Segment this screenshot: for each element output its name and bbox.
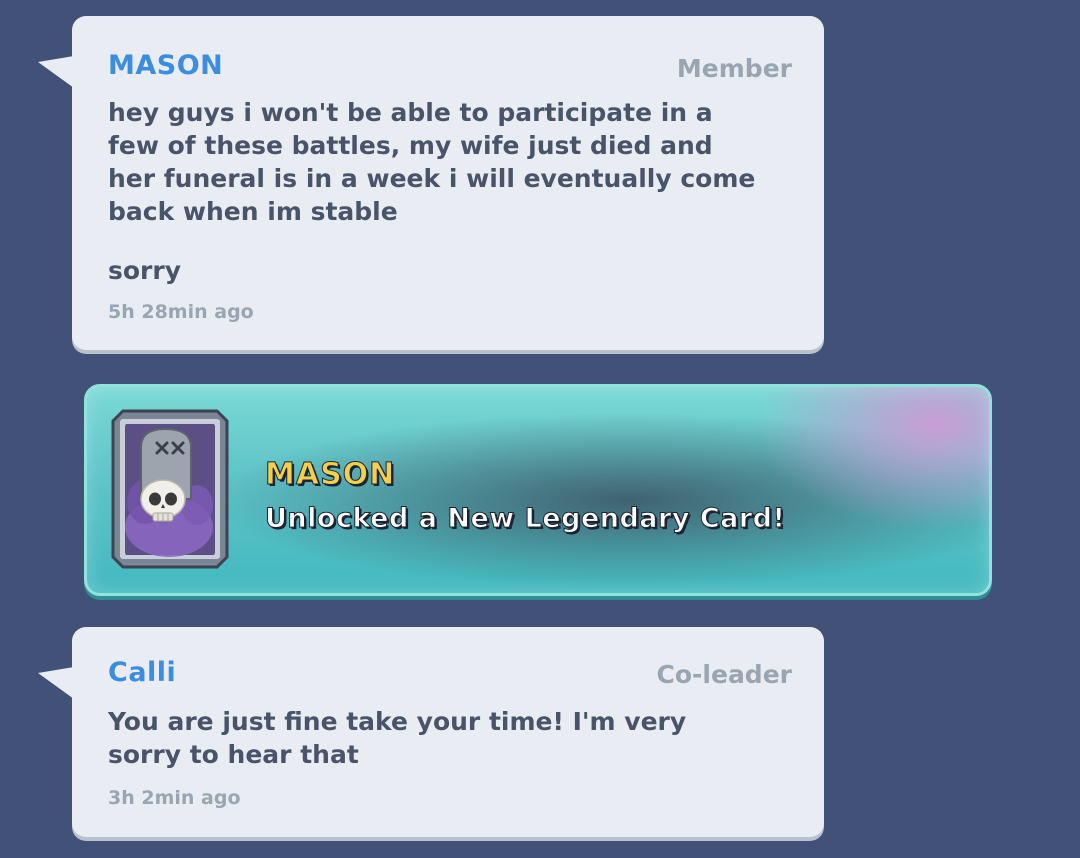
message-timestamp: 5h 28min ago <box>108 301 254 323</box>
sender-name[interactable]: Calli <box>108 657 176 688</box>
sender-name[interactable]: Mason <box>108 50 223 81</box>
message-text: hey guys i won't be able to participate … <box>108 98 756 226</box>
message-text-extra: sorry <box>108 256 182 285</box>
message-timestamp: 3h 2min ago <box>108 787 241 809</box>
banner-unlock-message: Unlocked a New Legendary Card! <box>264 503 786 535</box>
card-unlock-banner: Mason Unlocked a New Legendary Card! <box>84 384 992 596</box>
chat-message-calli: Calli Co-leader You are just fine take y… <box>38 627 824 837</box>
sender-role: Member <box>676 54 792 83</box>
graveyard-card-icon <box>111 409 229 569</box>
chat-message-mason: Mason Member hey guys i won't be able to… <box>38 16 824 350</box>
message-text: You are just fine take your time! I'm ve… <box>108 707 687 769</box>
banner-player-name: Mason <box>264 457 396 493</box>
sender-role: Co-leader <box>656 660 792 689</box>
